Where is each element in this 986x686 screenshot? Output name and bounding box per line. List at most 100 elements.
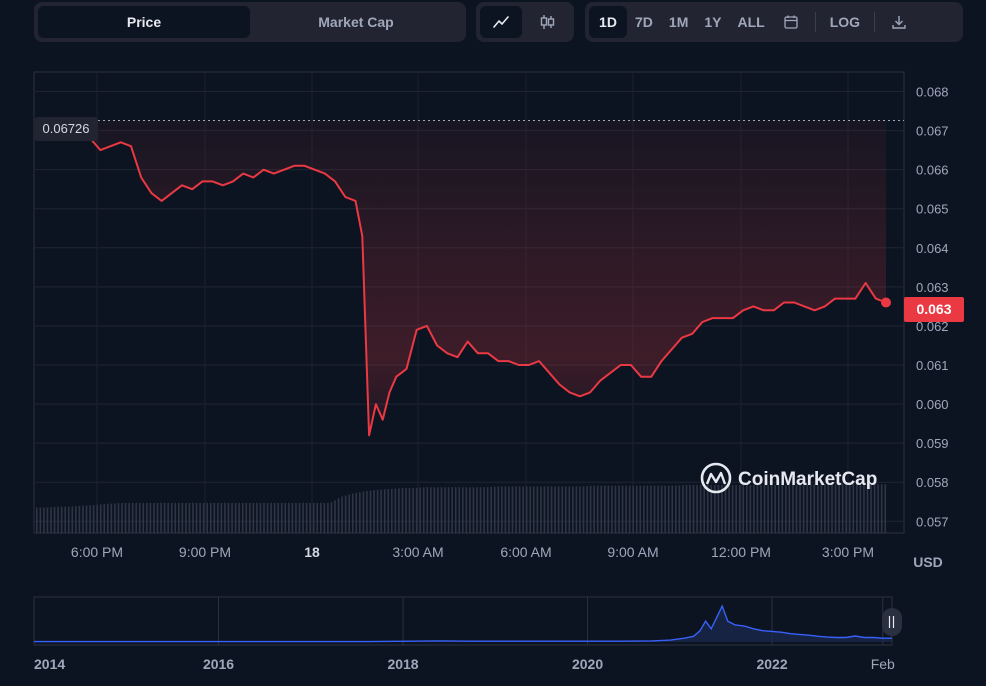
volume-bar: [490, 486, 492, 533]
volume-bar: [696, 485, 698, 533]
volume-bar: [770, 485, 773, 533]
volume-bar: [121, 503, 123, 533]
navigator-handle[interactable]: [882, 608, 902, 636]
volume-bar: [518, 486, 521, 533]
volume-bar: [174, 503, 177, 533]
volume-bar: [703, 485, 705, 533]
volume-bar: [135, 503, 137, 533]
volume-bar: [533, 486, 535, 533]
currency-label: USD: [913, 554, 943, 570]
volume-bar: [355, 492, 358, 533]
volume-bar: [124, 503, 127, 533]
volume-bar: [344, 495, 347, 533]
volume-bar: [802, 484, 805, 533]
volume-bar: [327, 503, 329, 533]
volume-bar: [46, 507, 49, 533]
volume-bar: [302, 503, 304, 533]
volume-bar: [213, 503, 216, 533]
volume-bar: [387, 489, 390, 533]
volume-bar: [359, 492, 361, 533]
x-tick-label: 6:00 PM: [71, 544, 123, 560]
volume-bar: [675, 485, 677, 533]
volume-bar: [53, 506, 56, 533]
volume-bar: [241, 503, 244, 533]
volume-bar: [153, 503, 155, 533]
volume-bar: [781, 485, 784, 533]
volume-bar: [405, 488, 407, 533]
volume-bar: [447, 487, 450, 533]
volume-bar: [451, 487, 453, 533]
volume-bar: [92, 504, 95, 533]
volume-bar: [280, 503, 283, 533]
volume-bar: [501, 486, 503, 533]
volume-bar: [373, 490, 375, 533]
volume-bar: [256, 503, 258, 533]
volume-bar: [469, 487, 471, 533]
volume-bar: [873, 484, 876, 533]
volume-bar: [43, 507, 45, 533]
open-price-label: 0.06726: [43, 121, 90, 136]
volume-bar: [554, 486, 556, 533]
y-tick-label: 0.066: [916, 163, 949, 178]
volume-bar: [547, 486, 549, 533]
volume-bar: [99, 504, 102, 533]
y-tick-label: 0.068: [916, 85, 949, 100]
volume-bar: [192, 503, 194, 533]
price-chart[interactable]: 0.0680.0670.0660.0650.0640.0630.0620.061…: [0, 0, 986, 686]
volume-bar: [465, 487, 468, 533]
volume-bar: [36, 507, 38, 533]
navigator-tick-label: 2018: [387, 656, 418, 672]
volume-bar: [639, 485, 642, 533]
volume-bar: [114, 503, 116, 533]
volume-bar: [181, 503, 184, 533]
volume-bar: [412, 488, 414, 533]
volume-bar: [824, 484, 826, 533]
volume-bar: [369, 490, 372, 533]
x-tick-label: 18: [304, 544, 320, 560]
volume-bar: [685, 485, 688, 533]
volume-bar: [859, 484, 862, 533]
y-tick-label: 0.060: [916, 397, 949, 412]
volume-bar: [504, 486, 507, 533]
volume-bar: [788, 485, 791, 533]
volume-bar: [444, 487, 446, 533]
volume-bar: [199, 503, 201, 533]
volume-bar: [795, 485, 798, 533]
volume-bars: [36, 484, 887, 533]
volume-bar: [806, 484, 808, 533]
volume-bar: [89, 505, 91, 533]
volume-bar: [497, 486, 500, 533]
volume-bar: [557, 486, 560, 533]
volume-bar: [845, 484, 847, 533]
volume-bar: [614, 485, 617, 533]
volume-bar: [525, 486, 528, 533]
y-tick-label: 0.058: [916, 475, 949, 490]
volume-bar: [75, 506, 77, 533]
x-tick-label: 6:00 AM: [500, 544, 551, 560]
volume-bar: [643, 485, 645, 533]
volume-bar: [852, 484, 855, 533]
volume-bar: [107, 503, 109, 533]
y-tick-label: 0.063: [916, 280, 949, 295]
volume-bar: [185, 503, 187, 533]
volume-bar: [266, 503, 269, 533]
volume-bar: [834, 484, 837, 533]
volume-bar: [57, 506, 59, 533]
volume-bar: [838, 484, 840, 533]
volume-bar: [259, 503, 262, 533]
volume-bar: [646, 485, 649, 533]
volume-bar: [178, 503, 180, 533]
volume-bar: [575, 486, 578, 533]
volume-bar: [856, 484, 858, 533]
volume-bar: [536, 486, 539, 533]
volume-bar: [273, 503, 276, 533]
volume-bar: [653, 485, 656, 533]
volume-bar: [540, 486, 542, 533]
volume-bar: [231, 503, 233, 533]
volume-bar: [309, 503, 311, 533]
volume-bar: [660, 485, 663, 533]
volume-bar: [678, 485, 681, 533]
volume-bar: [635, 485, 638, 533]
last-price-dot: [881, 297, 891, 308]
volume-bar: [486, 487, 489, 533]
